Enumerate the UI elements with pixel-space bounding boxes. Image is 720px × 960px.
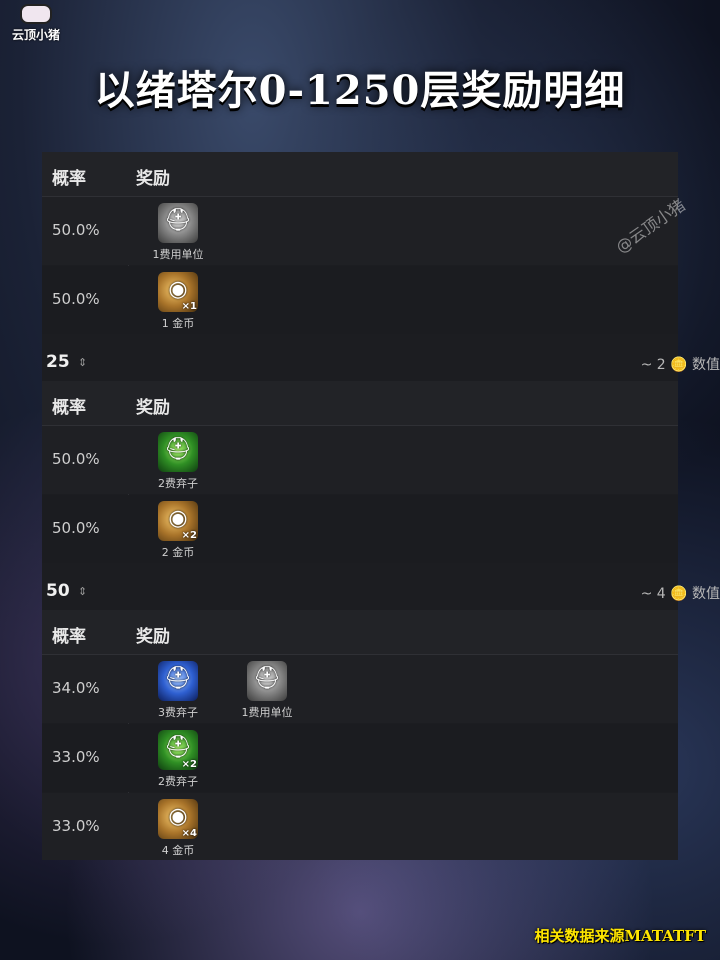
column-header-rate: 概率 bbox=[52, 398, 86, 418]
logo-text: 云顶小猪 bbox=[11, 28, 60, 42]
reward-item[interactable]: ◉ ×2 2 金币 bbox=[146, 501, 210, 560]
level-number: 50 bbox=[46, 581, 70, 601]
table-row: 34.0% ⛑ 3费弃子 ⛑ 1费用单位 bbox=[42, 655, 678, 723]
multiplier: ×2 bbox=[181, 530, 197, 541]
rate-value: 50.0% bbox=[52, 450, 100, 468]
table-row: 50.0% ⛑ 2费弃子 bbox=[42, 426, 678, 494]
level-section-header: 25 ⇕ ~ 2 🪙 数值 bbox=[0, 346, 720, 380]
column-header-rate: 概率 bbox=[52, 169, 86, 189]
column-header-reward: 奖励 bbox=[136, 169, 170, 189]
reward-label: 2 金币 bbox=[161, 546, 195, 559]
table-row: 33.0% ◉ ×4 4 金币 bbox=[42, 793, 678, 860]
table-header: 概率 奖励 bbox=[42, 610, 678, 655]
level-cost: ~ 4 🪙 数值 bbox=[640, 586, 720, 602]
reward-item[interactable]: ◉ ×4 4 金币 bbox=[146, 799, 210, 858]
reward-item[interactable]: ◉ ×1 1 金币 bbox=[146, 272, 210, 331]
page-title: 以绪塔尔0-1250层奖励明细 bbox=[94, 67, 626, 114]
table-row: 50.0% ⛑ 1费用单位 bbox=[42, 197, 678, 265]
level-section-header: 50 ⇕ ~ 4 🪙 数值 bbox=[0, 575, 720, 609]
reward-label: 4 金币 bbox=[161, 844, 195, 857]
column-header-reward: 奖励 bbox=[136, 398, 170, 418]
reward-label: 2费弃子 bbox=[158, 477, 198, 490]
rate-value: 33.0% bbox=[52, 817, 100, 835]
rate-value: 50.0% bbox=[52, 221, 100, 239]
pig-logo-icon bbox=[20, 4, 52, 24]
table-row: 50.0% ◉ ×1 1 金币 bbox=[42, 266, 678, 334]
multiplier: ×1 bbox=[181, 301, 197, 312]
table-row: 33.0% ⛑ ×2 2费弃子 bbox=[42, 724, 678, 792]
gold-coin-icon: ◉ ×1 bbox=[158, 272, 198, 312]
column-header-rate: 概率 bbox=[52, 627, 86, 647]
gold-coin-icon: ◉ ×4 bbox=[158, 799, 198, 839]
column-header-reward: 奖励 bbox=[136, 627, 170, 647]
reward-label: 3费弃子 bbox=[158, 706, 198, 719]
reward-label: 2费弃子 bbox=[158, 775, 198, 788]
sort-toggle-icon[interactable]: ⇕ bbox=[78, 585, 87, 598]
rate-value: 33.0% bbox=[52, 748, 100, 766]
multiplier: ×4 bbox=[181, 828, 197, 839]
blue-champion-icon: ⛑ bbox=[158, 661, 198, 701]
reward-table-panel: 概率 奖励 50.0% ⛑ 1费用单位 50.0% ◉ ×1 1 金币 25 ⇕ … bbox=[42, 152, 720, 860]
reward-item[interactable]: ⛑ 1费用单位 bbox=[146, 203, 210, 262]
silver-champion-icon: ⛑ bbox=[247, 661, 287, 701]
rate-value: 50.0% bbox=[52, 519, 100, 537]
table-row: 50.0% ◉ ×2 2 金币 bbox=[42, 495, 678, 563]
green-champion-icon: ⛑ bbox=[158, 432, 198, 472]
data-source-note: 相关数据来源MATATFT bbox=[534, 927, 706, 945]
reward-item[interactable]: ⛑ ×2 2费弃子 bbox=[146, 730, 210, 789]
gold-coin-icon: ◉ ×2 bbox=[158, 501, 198, 541]
reward-item[interactable]: ⛑ 1费用单位 bbox=[235, 661, 299, 720]
table-header: 概率 奖励 bbox=[42, 152, 678, 197]
brand-logo: 云顶小猪 bbox=[6, 4, 66, 44]
table-header: 概率 奖励 bbox=[42, 381, 678, 426]
reward-label: 1费用单位 bbox=[152, 248, 204, 261]
rate-value: 34.0% bbox=[52, 679, 100, 697]
level-cost: ~ 2 🪙 数值 bbox=[640, 357, 720, 373]
sort-toggle-icon[interactable]: ⇕ bbox=[78, 356, 87, 369]
level-number: 25 bbox=[46, 352, 70, 372]
reward-item[interactable]: ⛑ 3费弃子 bbox=[146, 661, 210, 720]
silver-champion-icon: ⛑ bbox=[158, 203, 198, 243]
reward-label: 1 金币 bbox=[161, 317, 195, 330]
reward-label: 1费用单位 bbox=[241, 706, 293, 719]
rate-value: 50.0% bbox=[52, 290, 100, 308]
green-champion-icon: ⛑ ×2 bbox=[158, 730, 198, 770]
reward-item[interactable]: ⛑ 2费弃子 bbox=[146, 432, 210, 491]
multiplier: ×2 bbox=[181, 759, 197, 770]
